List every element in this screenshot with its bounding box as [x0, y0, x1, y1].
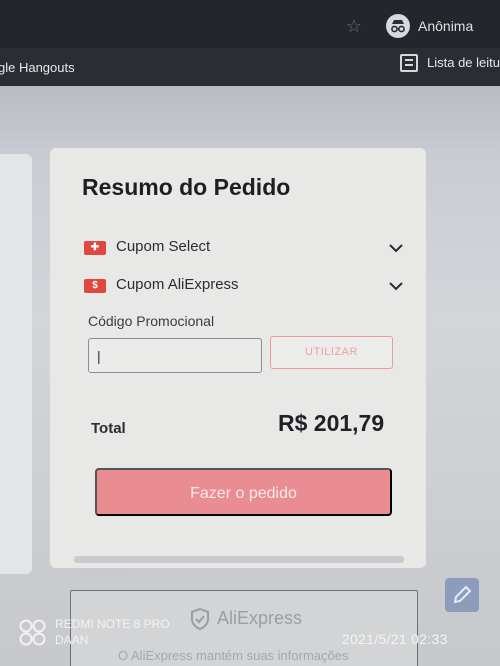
edit-icon[interactable]	[445, 578, 479, 612]
chevron-down-icon[interactable]	[388, 240, 404, 256]
coupon-select-row[interactable]: ✚ Cupom Select	[84, 238, 404, 260]
camera-timestamp: 2021/5/21 02:33	[342, 631, 448, 647]
promo-code-label: Código Promocional	[88, 313, 215, 329]
select-coupon-icon: ✚	[84, 241, 106, 255]
terms-text-line	[74, 569, 134, 576]
shield-icon	[191, 608, 209, 630]
camera-logo	[19, 619, 46, 646]
aliexpress-note: O AliExpress mantém suas informações	[118, 648, 349, 663]
camera-device-label: REDMI NOTE 8 PRO	[55, 617, 170, 631]
chevron-down-icon[interactable]	[388, 278, 404, 294]
incognito-label: Anônima	[418, 18, 474, 34]
total-label: Total	[91, 420, 126, 437]
camera-user-label: DAAN	[55, 633, 89, 647]
coupon-label: Cupom AliExpress	[116, 276, 239, 293]
terms-text-line	[74, 556, 404, 563]
coupon-aliexpress-row[interactable]: $ Cupom AliExpress	[84, 276, 404, 298]
promo-code-input[interactable]	[88, 338, 262, 373]
aliexpress-coupon-icon: $	[84, 279, 106, 293]
coupon-label: Cupom Select	[116, 238, 211, 255]
aliexpress-brand: AliExpress	[217, 608, 303, 628]
reading-list-label[interactable]: Lista de leitu	[427, 55, 500, 70]
reading-list-icon[interactable]	[400, 54, 418, 72]
browser-top-bar: ☆ Anônima	[0, 0, 500, 48]
incognito-icon[interactable]	[386, 14, 410, 38]
place-order-button[interactable]: Fazer o pedido	[95, 468, 392, 516]
page-title: Resumo do Pedido	[82, 174, 291, 200]
left-panel	[0, 154, 32, 574]
total-value: R$ 201,79	[278, 410, 385, 436]
star-bookmark-icon[interactable]: ☆	[344, 16, 364, 36]
bookmarks-bar: gle Hangouts	[0, 48, 500, 86]
bookmark-hangouts[interactable]: gle Hangouts	[0, 60, 75, 75]
apply-promo-button[interactable]: UTILIZAR	[270, 336, 393, 369]
